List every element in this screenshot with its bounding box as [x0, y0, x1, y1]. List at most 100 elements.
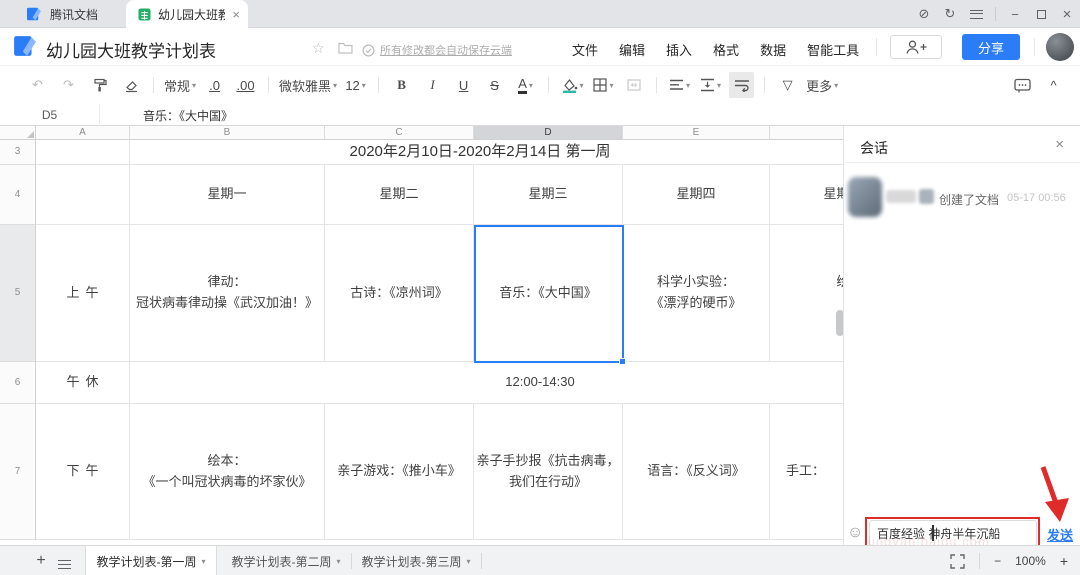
cell-f5[interactable]: 绘 《 — [770, 225, 843, 362]
maximize-button[interactable] — [1028, 7, 1054, 22]
menu-smart-tools[interactable]: 智能工具 — [807, 40, 859, 59]
add-sheet-button[interactable]: + — [30, 550, 52, 572]
cell-a6-noon-break[interactable]: 午休 — [36, 362, 130, 404]
format-painter-button[interactable] — [87, 72, 112, 98]
cell-a5-morning[interactable]: 上午 — [36, 225, 130, 362]
conversation-panel: 会话 × 创建了文档 05-17 00:56 ☺ 百度经验 神舟半年沉船 发送 — [843, 126, 1080, 545]
cell-week-title[interactable]: 2020年2月10日-2020年2月14日 第一周 — [130, 140, 843, 165]
strikethrough-button[interactable]: S — [482, 72, 507, 98]
vertical-align-dropdown[interactable]: ▾ — [698, 72, 723, 98]
cell-e4-thursday[interactable]: 星期四 — [623, 165, 770, 225]
col-header-a[interactable]: A — [36, 126, 130, 140]
send-button[interactable]: 发送 — [1047, 525, 1073, 544]
comment-icon[interactable] — [1010, 72, 1035, 98]
row-header-3[interactable]: 3 — [0, 140, 36, 165]
user-avatar[interactable] — [1046, 33, 1074, 61]
decrease-decimal-button[interactable]: .0 — [202, 72, 227, 98]
spreadsheet-area[interactable]: A B C D E 3 4 5 6 7 2020年2月10日-2020年2月14… — [0, 126, 843, 545]
font-family-dropdown[interactable]: 微软雅黑▾ — [279, 72, 337, 98]
sheet-tab-bar: + 教学计划表-第一周▾ 教学计划表-第二周▾ 教学计划表-第三周▾ − 100… — [0, 545, 1080, 575]
select-all-corner[interactable] — [0, 126, 36, 140]
collapse-toolbar-button[interactable]: ^ — [1041, 72, 1066, 98]
merge-cells-button[interactable] — [621, 72, 646, 98]
fullscreen-icon[interactable] — [950, 554, 965, 569]
share-button[interactable]: 分享 — [962, 34, 1020, 60]
number-format-dropdown[interactable]: 常规▾ — [164, 72, 196, 98]
cell-b4-monday[interactable]: 星期一 — [130, 165, 325, 225]
document-title[interactable]: 幼儿园大班教学计划表 — [46, 37, 216, 62]
sheet-tab-week3[interactable]: 教学计划表-第三周▾ — [352, 546, 480, 575]
zoom-in-button[interactable]: + — [1060, 553, 1068, 569]
zoom-level[interactable]: 100% — [1015, 554, 1046, 568]
col-header-e[interactable]: E — [623, 126, 770, 140]
bold-button[interactable]: B — [389, 72, 414, 98]
close-button[interactable]: × — [1054, 6, 1080, 23]
sheet-tab-week2[interactable]: 教学计划表-第二周▾ — [222, 546, 350, 575]
row-header-6[interactable]: 6 — [0, 362, 36, 404]
cell-a4[interactable] — [36, 165, 130, 225]
cell-d4-wednesday[interactable]: 星期三 — [474, 165, 623, 225]
cell-c7[interactable]: 亲子游戏：《推小车》 — [325, 404, 474, 540]
cell-c5[interactable]: 古诗：《凉州词》 — [325, 225, 474, 362]
menu-insert[interactable]: 插入 — [666, 40, 692, 59]
font-color-dropdown[interactable]: A▾ — [513, 72, 538, 98]
cell-c4-tuesday[interactable]: 星期二 — [325, 165, 474, 225]
underline-button[interactable]: U — [451, 72, 476, 98]
col-header-f[interactable] — [770, 126, 843, 140]
sheet-tab-week1[interactable]: 教学计划表-第一周▾ — [85, 546, 217, 575]
refresh-icon[interactable]: ↻ — [937, 6, 963, 22]
tab-close-icon[interactable]: × — [232, 8, 240, 21]
cell-a3[interactable] — [36, 140, 130, 165]
col-header-d[interactable]: D — [474, 126, 623, 140]
tab-active-document[interactable]: 幼儿园大班教学计 × — [126, 0, 248, 28]
menu-icon[interactable] — [963, 7, 989, 22]
minimize-button[interactable]: − — [1002, 7, 1028, 22]
col-header-c[interactable]: C — [325, 126, 474, 140]
more-tools-dropdown[interactable]: 更多▾ — [806, 72, 838, 98]
close-panel-icon[interactable]: × — [1055, 136, 1064, 153]
cell-a7-afternoon[interactable]: 下午 — [36, 404, 130, 540]
star-icon[interactable]: ☆ — [312, 40, 325, 57]
invite-collaborator-button[interactable] — [890, 35, 942, 59]
fill-handle[interactable] — [619, 358, 626, 365]
cell-e7[interactable]: 语言：《反义词》 — [623, 404, 770, 540]
cell-d7[interactable]: 亲子手抄报《抗击病毒， 我们在行动》 — [474, 404, 623, 540]
row-header-4[interactable]: 4 — [0, 165, 36, 225]
zoom-out-button[interactable]: − — [994, 554, 1001, 568]
row-header-7[interactable]: 7 — [0, 404, 36, 540]
text-wrap-button[interactable] — [729, 72, 754, 98]
formula-input[interactable]: 音乐：《大中国》 — [143, 107, 233, 124]
undo-button[interactable]: ↶ — [25, 72, 50, 98]
menu-file[interactable]: 文件 — [572, 40, 598, 59]
menu-edit[interactable]: 编辑 — [619, 40, 645, 59]
col-header-b[interactable]: B — [130, 126, 325, 140]
tab-tencent-docs[interactable]: 腾讯文档 — [0, 0, 98, 28]
borders-dropdown[interactable]: ▾ — [590, 72, 615, 98]
cell-b5[interactable]: 律动： 冠状病毒律动操《武汉加油！》 — [130, 225, 325, 362]
emoji-icon[interactable]: ☺ — [847, 524, 863, 542]
cell-e5[interactable]: 科学小实验： 《漂浮的硬币》 — [623, 225, 770, 362]
compass-icon[interactable]: ⊘ — [911, 6, 937, 22]
row-header-5[interactable]: 5 — [0, 225, 36, 362]
sheet-list-icon[interactable] — [58, 556, 71, 574]
horizontal-align-dropdown[interactable]: ▾ — [667, 72, 692, 98]
fill-color-dropdown[interactable]: ▾ — [559, 72, 584, 98]
autosave-status: 所有修改都会自动保存云端 — [362, 42, 512, 58]
menu-format[interactable]: 格式 — [713, 40, 739, 59]
increase-decimal-button[interactable]: .00 — [233, 72, 258, 98]
person-plus-icon — [904, 39, 928, 55]
font-size-dropdown[interactable]: 12▾ — [343, 72, 368, 98]
vertical-scrollbar-thumb[interactable] — [836, 310, 843, 336]
cell-reference-box[interactable]: D5 — [0, 104, 100, 126]
clear-format-button[interactable] — [118, 72, 143, 98]
cell-noon-break-time[interactable]: 12:00-14:30 — [130, 362, 843, 404]
menu-data[interactable]: 数据 — [760, 40, 786, 59]
filter-button[interactable]: ▽ — [775, 72, 800, 98]
italic-button[interactable]: I — [420, 72, 445, 98]
cell-f4-friday[interactable]: 星期五 — [770, 165, 843, 225]
chat-message-input[interactable]: 百度经验 神舟半年沉船 — [869, 520, 1037, 546]
redo-button[interactable]: ↷ — [56, 72, 81, 98]
move-folder-icon[interactable] — [338, 41, 353, 54]
cell-b7[interactable]: 绘本： 《一个叫冠状病毒的坏家伙》 — [130, 404, 325, 540]
cell-f7[interactable]: 手工： — [770, 404, 843, 540]
